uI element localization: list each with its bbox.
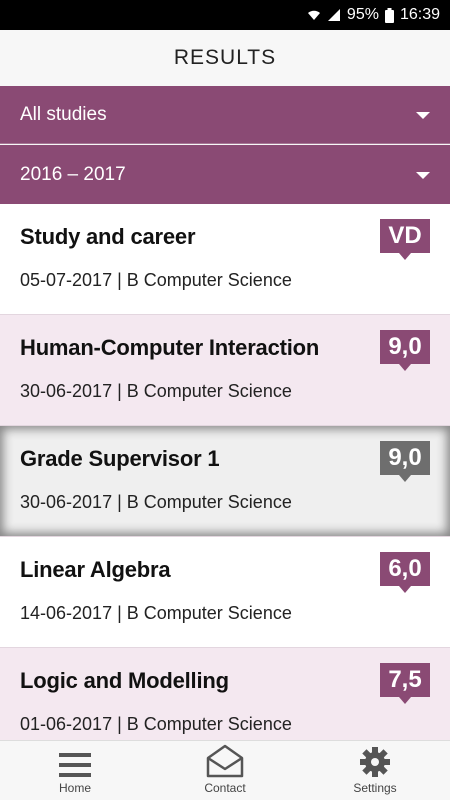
nav-contact[interactable]: Contact bbox=[150, 741, 300, 800]
result-row[interactable]: Human-Computer Interaction 30-06-2017 | … bbox=[0, 315, 450, 426]
result-date: 14-06-2017 bbox=[20, 603, 113, 623]
grade-badge: 9,0 bbox=[380, 330, 430, 371]
grade-badge: 7,5 bbox=[380, 663, 430, 704]
results-list[interactable]: Study and career 05-07-2017 | B Computer… bbox=[0, 204, 450, 740]
course-name: Human-Computer Interaction bbox=[20, 335, 320, 360]
result-program: B Computer Science bbox=[126, 603, 292, 623]
caret-down-icon bbox=[416, 171, 430, 179]
nav-home[interactable]: Home bbox=[0, 741, 150, 800]
result-date: 30-06-2017 bbox=[20, 381, 113, 401]
caret-down-icon bbox=[416, 111, 430, 119]
result-meta: 14-06-2017 | B Computer Science bbox=[20, 603, 292, 623]
year-filter-value: 2016 – 2017 bbox=[20, 163, 126, 185]
status-bar: 95% 16:39 bbox=[0, 0, 450, 30]
nav-contact-label: Contact bbox=[204, 781, 246, 795]
bottom-navigation: Home Contact Settings bbox=[0, 740, 450, 800]
result-program: B Computer Science bbox=[126, 270, 292, 290]
study-filter-value: All studies bbox=[20, 103, 107, 125]
course-name: Linear Algebra bbox=[20, 557, 171, 582]
battery-percent: 95% bbox=[346, 6, 379, 23]
grade-badge: 9,0 bbox=[380, 441, 430, 482]
page-title: RESULTS bbox=[0, 30, 450, 86]
grade-badge: VD bbox=[380, 219, 430, 260]
result-row[interactable]: Linear Algebra 14-06-2017 | B Computer S… bbox=[0, 537, 450, 648]
result-program: B Computer Science bbox=[126, 381, 292, 401]
course-name: Study and career bbox=[20, 224, 196, 249]
result-program: B Computer Science bbox=[126, 714, 292, 734]
result-row[interactable]: Logic and Modelling 01-06-2017 | B Compu… bbox=[0, 648, 450, 740]
result-row-selected[interactable]: Grade Supervisor 1 30-06-2017 | B Comput… bbox=[0, 426, 450, 537]
nav-settings-label: Settings bbox=[353, 781, 397, 795]
result-row[interactable]: Study and career 05-07-2017 | B Computer… bbox=[0, 204, 450, 315]
wifi-icon bbox=[307, 8, 321, 22]
result-meta: 30-06-2017 | B Computer Science bbox=[20, 492, 292, 512]
course-name: Grade Supervisor 1 bbox=[20, 446, 220, 471]
grade-badge: 6,0 bbox=[380, 552, 430, 593]
study-filter-dropdown[interactable]: All studies bbox=[0, 86, 450, 144]
clock: 16:39 bbox=[399, 6, 440, 23]
result-program: B Computer Science bbox=[126, 492, 292, 512]
course-name: Logic and Modelling bbox=[20, 668, 229, 693]
year-filter-dropdown[interactable]: 2016 – 2017 bbox=[0, 145, 450, 204]
signal-icon bbox=[327, 8, 341, 22]
result-meta: 01-06-2017 | B Computer Science bbox=[20, 714, 292, 734]
result-date: 01-06-2017 bbox=[20, 714, 113, 734]
gear-icon bbox=[360, 747, 390, 777]
result-date: 05-07-2017 bbox=[20, 270, 113, 290]
result-date: 30-06-2017 bbox=[20, 492, 113, 512]
nav-settings[interactable]: Settings bbox=[300, 741, 450, 800]
nav-home-label: Home bbox=[58, 781, 91, 795]
result-meta: 30-06-2017 | B Computer Science bbox=[20, 381, 292, 401]
result-meta: 05-07-2017 | B Computer Science bbox=[20, 270, 292, 290]
battery-icon bbox=[384, 7, 394, 23]
envelope-icon bbox=[206, 744, 244, 778]
menu-icon bbox=[59, 753, 91, 777]
